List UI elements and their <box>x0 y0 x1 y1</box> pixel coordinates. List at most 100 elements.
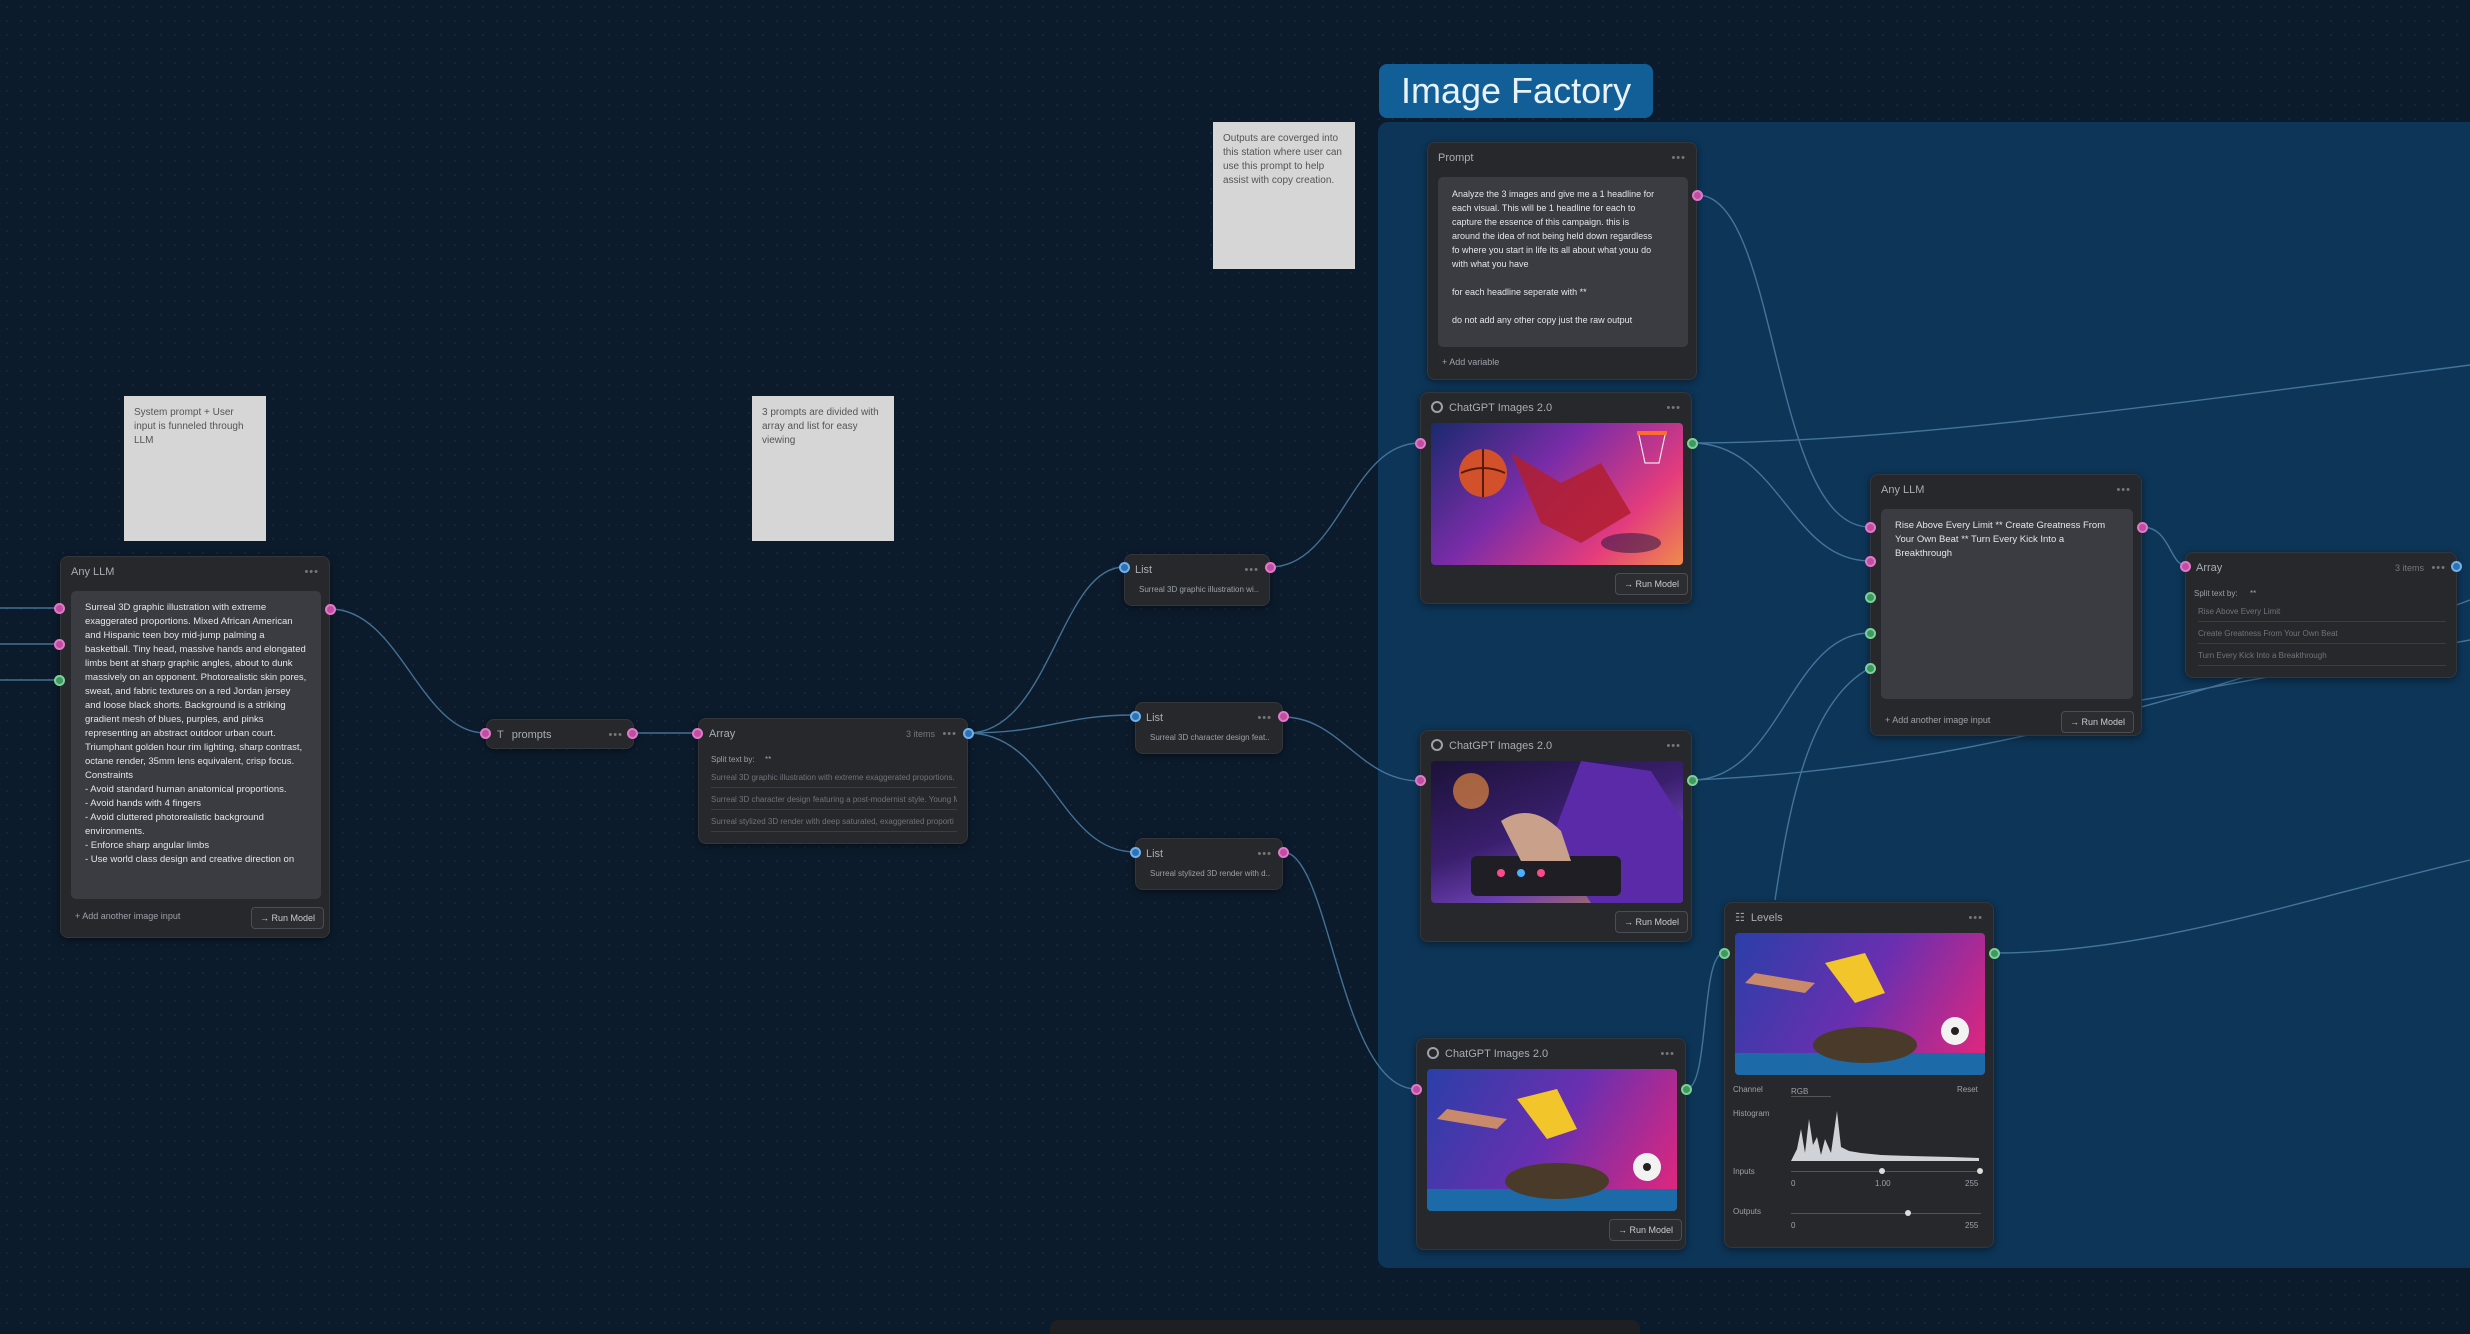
levels-preview-image <box>1735 933 1985 1075</box>
input-white-value[interactable]: 255 <box>1965 1179 1978 1188</box>
more-icon[interactable]: ••• <box>1666 737 1681 755</box>
run-model-button[interactable]: → Run Model <box>251 907 325 929</box>
list-node[interactable]: List ••• Surreal 3D graphic illustration … <box>1124 554 1270 606</box>
input-port[interactable] <box>1865 522 1876 533</box>
chatgpt-images-node[interactable]: ChatGPT Images 2.0 ••• → Run Model <box>1420 730 1692 942</box>
run-model-button[interactable]: → Run Model <box>1615 911 1689 933</box>
output-port[interactable] <box>325 604 336 615</box>
output-handle[interactable] <box>1905 1210 1911 1216</box>
generated-image[interactable] <box>1431 423 1683 565</box>
generated-image[interactable] <box>1431 761 1683 903</box>
chatgpt-images-node[interactable]: ChatGPT Images 2.0 ••• → Run Model <box>1416 1038 1686 1250</box>
reset-button[interactable]: Reset <box>1957 1085 1978 1094</box>
gamma-handle[interactable] <box>1879 1168 1885 1174</box>
note-array[interactable]: 3 prompts are divided with array and lis… <box>752 396 894 541</box>
run-model-button[interactable]: → Run Model <box>2061 711 2135 733</box>
add-variable-link[interactable]: + Add variable <box>1442 357 1499 367</box>
run-model-button[interactable]: → Run Model <box>1615 573 1689 595</box>
more-icon[interactable]: ••• <box>1257 845 1272 863</box>
input-port[interactable] <box>1415 775 1426 786</box>
chatgpt-images-node[interactable]: ChatGPT Images 2.0 ••• → Run Model <box>1420 392 1692 604</box>
output-port[interactable] <box>1692 190 1703 201</box>
more-icon[interactable]: ••• <box>1666 399 1681 417</box>
more-icon[interactable]: ••• <box>2431 559 2446 577</box>
note-llm[interactable]: System prompt + User input is funneled t… <box>124 396 266 541</box>
array-item[interactable]: Surreal 3D graphic illustration with ext… <box>711 769 957 788</box>
prompts-text-node[interactable]: Tprompts ••• <box>486 719 634 749</box>
input-port[interactable] <box>54 603 65 614</box>
output-port[interactable] <box>2451 561 2462 572</box>
input-port[interactable] <box>1119 562 1130 573</box>
array-item[interactable]: Rise Above Every Limit <box>2198 603 2446 622</box>
prompt-node[interactable]: Prompt ••• Analyze the 3 images and give … <box>1427 142 1697 380</box>
output-port[interactable] <box>2137 522 2148 533</box>
note-output[interactable]: Outputs are coverged into this station w… <box>1213 122 1355 269</box>
input-port[interactable] <box>54 675 65 686</box>
input-port[interactable] <box>1865 628 1876 639</box>
add-image-input-link[interactable]: + Add another image input <box>1885 715 1990 725</box>
input-port[interactable] <box>1719 948 1730 959</box>
more-icon[interactable]: ••• <box>608 726 623 744</box>
input-port[interactable] <box>54 639 65 650</box>
generated-image[interactable] <box>1427 1069 1677 1211</box>
run-model-button[interactable]: → Run Model <box>1609 1219 1683 1241</box>
output-port[interactable] <box>1278 847 1289 858</box>
outputs-label: Outputs <box>1733 1207 1762 1216</box>
input-port[interactable] <box>1411 1084 1422 1095</box>
output-port[interactable] <box>1687 775 1698 786</box>
llm-output-text[interactable]: Rise Above Every Limit ** Create Greatne… <box>1881 509 2133 699</box>
more-icon[interactable]: ••• <box>2116 481 2131 499</box>
array-item[interactable]: Turn Every Kick Into a Breakthrough <box>2198 647 2446 666</box>
any-llm-node-right[interactable]: Any LLM ••• Rise Above Every Limit ** Cre… <box>1870 474 2142 736</box>
more-icon[interactable]: ••• <box>1671 149 1686 167</box>
more-icon[interactable]: ••• <box>942 725 957 743</box>
output-port[interactable] <box>1278 711 1289 722</box>
prompt-text[interactable]: Analyze the 3 images and give me a 1 hea… <box>1438 177 1688 347</box>
output-port[interactable] <box>1681 1084 1692 1095</box>
more-icon[interactable]: ••• <box>1660 1045 1675 1063</box>
input-black-value[interactable]: 0 <box>1791 1179 1795 1188</box>
input-port[interactable] <box>480 728 491 739</box>
input-port[interactable] <box>1865 592 1876 603</box>
array-item[interactable]: Surreal stylized 3D render with deep sat… <box>711 813 957 832</box>
channel-label: Channel <box>1733 1085 1763 1094</box>
prompt-line: Analyze the 3 images and give me a 1 hea… <box>1452 189 1655 199</box>
prompt-line: each visual. This will be 1 headline for… <box>1452 203 1636 213</box>
output-max-value[interactable]: 255 <box>1965 1221 1978 1230</box>
output-port[interactable] <box>1687 438 1698 449</box>
white-handle[interactable] <box>1977 1168 1983 1174</box>
levels-node[interactable]: ☷ Levels ••• Channel RGB Reset Histogram I… <box>1724 902 1994 1248</box>
input-port[interactable] <box>2180 561 2191 572</box>
list-node[interactable]: List ••• Surreal 3D character design feat… <box>1135 702 1283 754</box>
add-image-input-link[interactable]: + Add another image input <box>75 911 180 921</box>
output-port[interactable] <box>963 728 974 739</box>
input-port[interactable] <box>1865 556 1876 567</box>
input-port[interactable] <box>1865 663 1876 674</box>
array-node-right[interactable]: Array 3 items ••• Split text by: ** Rise A… <box>2185 552 2457 678</box>
output-port[interactable] <box>1265 562 1276 573</box>
more-icon[interactable]: ••• <box>304 563 319 581</box>
channel-select[interactable]: RGB <box>1791 1087 1831 1097</box>
array-item[interactable]: Surreal 3D character design featuring a … <box>711 791 957 810</box>
input-gamma-value[interactable]: 1.00 <box>1875 1179 1891 1188</box>
output-min-value[interactable]: 0 <box>1791 1221 1795 1230</box>
list-node[interactable]: List ••• Surreal stylized 3D render with … <box>1135 838 1283 890</box>
output-port[interactable] <box>627 728 638 739</box>
any-llm-node-left[interactable]: Any LLM ••• Surreal 3D graphic illustrati… <box>60 556 330 938</box>
more-icon[interactable]: ••• <box>1244 561 1259 579</box>
array-item[interactable]: Create Greatness From Your Own Beat <box>2198 625 2446 644</box>
inputs-slider[interactable] <box>1791 1171 1981 1172</box>
split-value-input[interactable]: ** <box>2250 589 2256 598</box>
more-icon[interactable]: ••• <box>1257 709 1272 727</box>
more-icon[interactable]: ••• <box>1968 909 1983 927</box>
list-value: Surreal 3D character design feat... <box>1150 733 1270 742</box>
input-port[interactable] <box>1130 711 1141 722</box>
input-port[interactable] <box>1130 847 1141 858</box>
input-port[interactable] <box>1415 438 1426 449</box>
outputs-slider[interactable] <box>1791 1213 1981 1214</box>
split-value-input[interactable]: ** <box>765 755 771 764</box>
array-node[interactable]: Array 3 items ••• Split text by: ** Surrea… <box>698 718 968 844</box>
output-port[interactable] <box>1989 948 2000 959</box>
llm-output-text[interactable]: Surreal 3D graphic illustration with ext… <box>71 591 321 899</box>
input-port[interactable] <box>692 728 703 739</box>
